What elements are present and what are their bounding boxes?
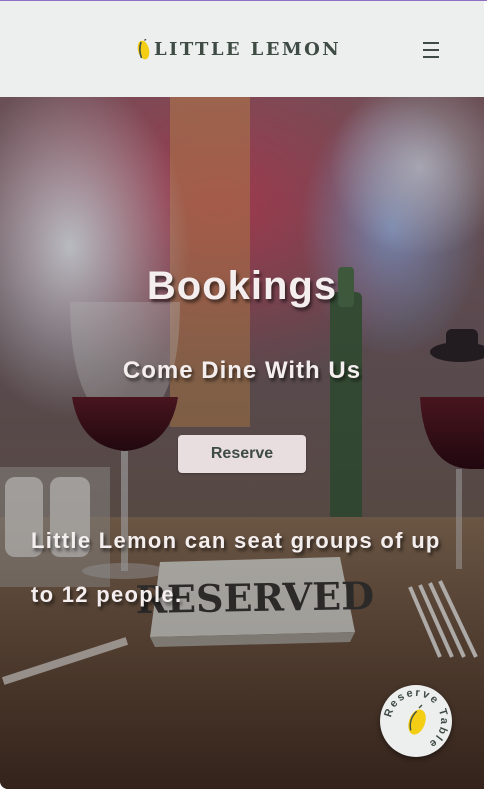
- lemon-icon: [408, 704, 426, 735]
- app-frame: LITTLE LEMON RESERVED Bookings Come Dine…: [0, 0, 487, 789]
- logo[interactable]: LITTLE LEMON: [137, 37, 341, 63]
- menu-bar-middle: [423, 49, 439, 51]
- page-title: Bookings: [146, 264, 338, 308]
- navbar: LITTLE LEMON: [0, 1, 484, 97]
- hero-subtitle: Come Dine With Us: [122, 357, 362, 384]
- menu-bar-top: [423, 42, 439, 44]
- reserve-table-badge-graphic: Reserve Table: [382, 687, 448, 751]
- logo-text: LITTLE LEMON: [154, 39, 342, 60]
- reserve-table-badge[interactable]: Reserve Table: [380, 685, 452, 757]
- hamburger-menu-icon[interactable]: [420, 39, 444, 61]
- menu-bar-bottom: [423, 56, 439, 58]
- reserve-button[interactable]: Reserve: [178, 435, 306, 473]
- hero-description: Little Lemon can seat groups of up to 12…: [31, 528, 441, 607]
- lemon-logo-icon: [137, 39, 150, 60]
